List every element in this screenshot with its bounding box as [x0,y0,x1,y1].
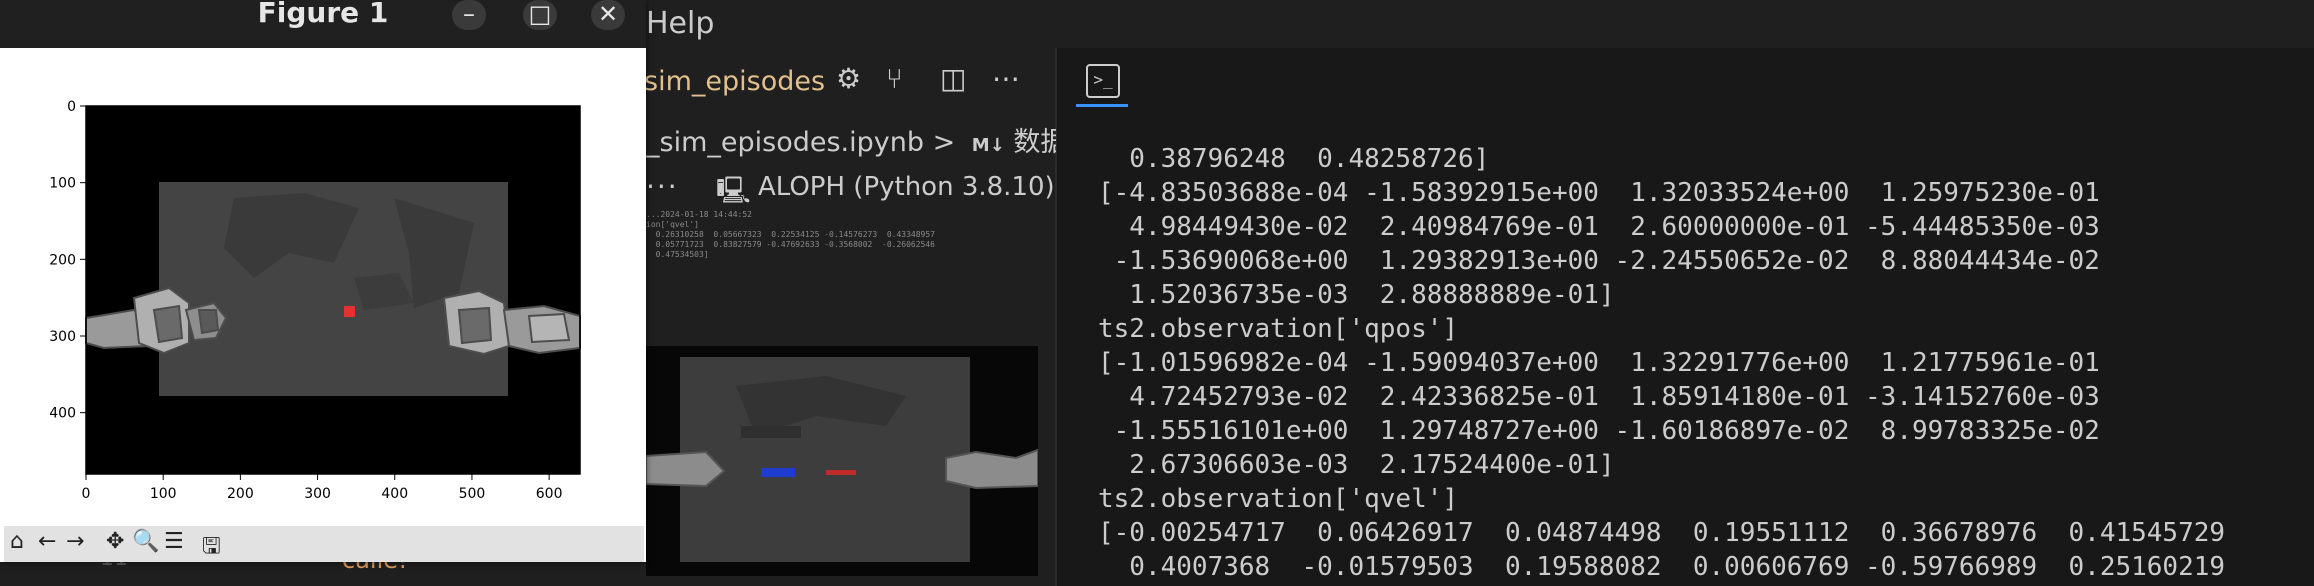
red-cube [344,306,355,317]
terminal-line: [-0.00254717 0.06426917 0.04874498 0.195… [1098,518,2226,548]
cell-output-line: ion['qvel'] [646,220,699,229]
editor-tab[interactable]: sim_episodes.ip [644,50,824,114]
x-tick-label: 100 [150,486,177,502]
cell-output-line: 0.26310258 0.05667323 0.22534125 -0.1457… [646,230,935,239]
terminal-line: -1.53690068e+00 1.29382913e+00 -2.245506… [1098,246,2100,276]
maximize-button[interactable]: □ [523,0,557,30]
y-tick-label: 300 [49,329,76,345]
x-tick-label: 0 [82,486,91,502]
terminal-line: 0.4007368 -0.01579503 0.19588082 0.00606… [1098,552,2226,582]
forward-icon[interactable]: → [66,529,84,554]
terminal-line: 4.98449430e-02 2.40984769e-01 2.60000000… [1098,212,2100,242]
figure-canvas[interactable]: 0 100 200 300 400 500 600 0 100 200 300 400 [4,48,644,526]
split-editor-icon[interactable]: ◫ [940,62,966,95]
cell-output-line: 0.47534503] [646,250,709,259]
x-tick-label: 200 [227,486,254,502]
terminal-line: [-1.01596982e-04 -1.59094037e+00 1.32291… [1098,348,2100,378]
minimize-button[interactable]: – [452,0,486,30]
kernel-selector[interactable]: ALOPH (Python 3.8.10) [758,172,1055,202]
cell-image-scene [645,346,1039,576]
terminal-line: ts2.observation['qvel'] [1098,484,1459,514]
terminal-line: -1.55516101e+00 1.29748727e+00 -1.601868… [1098,416,2100,446]
plot-area: 0 100 200 300 400 500 600 0 100 200 300 400 [49,99,581,502]
x-tick-label: 400 [381,486,408,502]
y-tick-label: 400 [49,406,76,422]
terminal-line: 1.52036735e-03 2.88888889e-01] [1098,280,1615,310]
terminal-icon[interactable]: >_ [1086,64,1120,98]
y-tick-label: 200 [49,252,76,268]
terminal-line: ts2.observation['qpos'] [1098,314,1459,344]
cell-more-button[interactable]: ··· [646,170,679,203]
menu-help[interactable]: Help [646,6,714,41]
configure-icon[interactable]: ☰ [164,529,184,554]
breadcrumb-separator: > [932,127,956,158]
cell-output-line: ...2024-01-18 14:44:52 [646,210,752,219]
figure-toolbar: ⌂ ← → ✥ 🔍 ☰ 🖫 [4,526,644,562]
back-icon[interactable]: ← [38,529,56,554]
x-tick-label: 600 [536,486,563,502]
more-actions-icon[interactable]: ⋯ [992,62,1020,95]
cell-output-image [645,346,1039,576]
close-button[interactable]: ✕ [591,0,625,30]
markdown-icon: M↓ [971,135,1005,156]
terminal-line: 0.38796248 0.48258726] [1098,144,1490,174]
terminal-tab-indicator [1076,104,1128,107]
home-icon[interactable]: ⌂ [10,529,24,554]
y-tick-label: 0 [67,99,76,115]
save-icon[interactable]: 🖫 [202,529,221,567]
terminal-output[interactable]: 0.38796248 0.48258726] [-4.83503688e-04 -… [1098,142,2225,584]
y-tick-label: 100 [49,176,76,192]
pan-icon[interactable]: ✥ [106,529,124,554]
x-tick-label: 300 [304,486,331,502]
terminal-line: 2.67306603e-03 2.17524400e-01] [1098,450,1615,480]
terminal-line: 4.72452793e-02 2.42336825e-01 1.85914180… [1098,382,2100,412]
cell-output-text: ...2024-01-18 14:44:52 ion['qvel'] 0.2631… [646,210,935,260]
source-control-icon[interactable]: ⑂ [886,62,903,95]
x-tick-label: 500 [459,486,486,502]
zoom-icon[interactable]: 🔍 [132,529,159,554]
terminal-line: [-4.83503688e-04 -1.58392915e+00 1.32033… [1098,178,2100,208]
figure-window: Figure 1 – □ ✕ 0 100 200 300 400 500 600… [0,0,646,562]
cell-output-line: 0.05771723 0.83827579 -0.47692633 -0.356… [646,240,935,249]
settings-icon[interactable]: ⚙ [836,62,861,95]
breadcrumb-file[interactable]: _sim_episodes.ipynb [646,127,924,158]
